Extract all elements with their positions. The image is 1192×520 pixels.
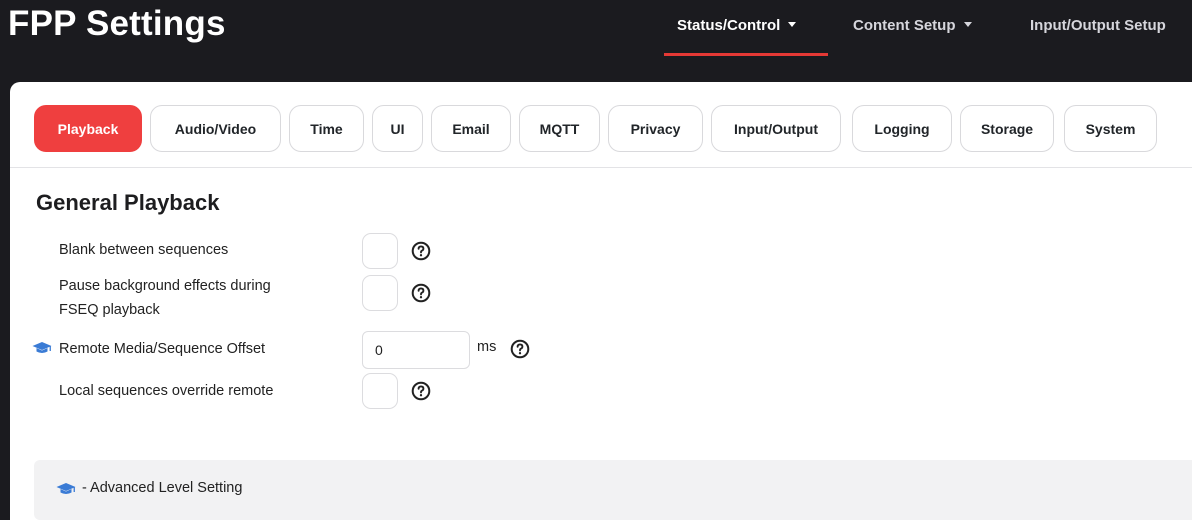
blank-between-sequences-checkbox[interactable] (362, 233, 398, 269)
help-icon[interactable] (411, 381, 431, 401)
tab-input-output[interactable]: Input/Output (711, 105, 841, 152)
help-icon[interactable] (411, 283, 431, 303)
unit-label: ms (477, 339, 497, 355)
tab-logging[interactable]: Logging (852, 105, 952, 152)
help-icon[interactable] (411, 241, 431, 261)
top-header: FPP Settings Status/Control Content Setu… (0, 0, 1192, 82)
setting-label-pause-background-effects: Pause background effects during FSEQ pla… (59, 274, 271, 322)
nav-content-setup[interactable]: Content Setup (853, 0, 972, 56)
settings-tab-bar: Playback Audio/Video Time UI Email MQTT … (10, 82, 1192, 168)
app-title: FPP Settings (8, 4, 226, 43)
graduation-cap-icon (32, 342, 52, 353)
advanced-legend-text: - Advanced Level Setting (82, 480, 243, 496)
label-line-2: FSEQ playback (59, 302, 160, 318)
help-icon[interactable] (510, 339, 530, 359)
active-nav-underline (664, 53, 828, 56)
setting-label-local-sequences-override: Local sequences override remote (59, 383, 274, 399)
tab-ui[interactable]: UI (372, 105, 423, 152)
remote-media-offset-input[interactable] (362, 331, 470, 369)
label-line-1: Pause background effects during (59, 278, 271, 294)
settings-panel: Playback Audio/Video Time UI Email MQTT … (10, 82, 1192, 520)
tab-privacy[interactable]: Privacy (608, 105, 703, 152)
nav-status-control[interactable]: Status/Control (664, 0, 828, 56)
tab-playback[interactable]: Playback (34, 105, 142, 152)
chevron-down-icon (788, 21, 797, 27)
tab-mqtt[interactable]: MQTT (519, 105, 600, 152)
local-sequences-override-checkbox[interactable] (362, 373, 398, 409)
tab-email[interactable]: Email (431, 105, 511, 152)
tab-time[interactable]: Time (289, 105, 364, 152)
tab-audio-video[interactable]: Audio/Video (150, 105, 281, 152)
nav-label: Content Setup (853, 17, 956, 34)
tab-system[interactable]: System (1064, 105, 1157, 152)
pause-background-effects-checkbox[interactable] (362, 275, 398, 311)
tab-storage[interactable]: Storage (960, 105, 1054, 152)
setting-label-blank-between-sequences: Blank between sequences (59, 242, 229, 258)
chevron-down-icon (963, 21, 972, 27)
nav-input-output-setup[interactable]: Input/Output Setup (1030, 0, 1166, 56)
graduation-cap-icon (56, 483, 76, 494)
setting-label-remote-media-offset: Remote Media/Sequence Offset (59, 341, 266, 357)
nav-label: Status/Control (677, 17, 781, 34)
section-title: General Playback (36, 190, 220, 215)
nav-label: Input/Output Setup (1030, 17, 1166, 34)
